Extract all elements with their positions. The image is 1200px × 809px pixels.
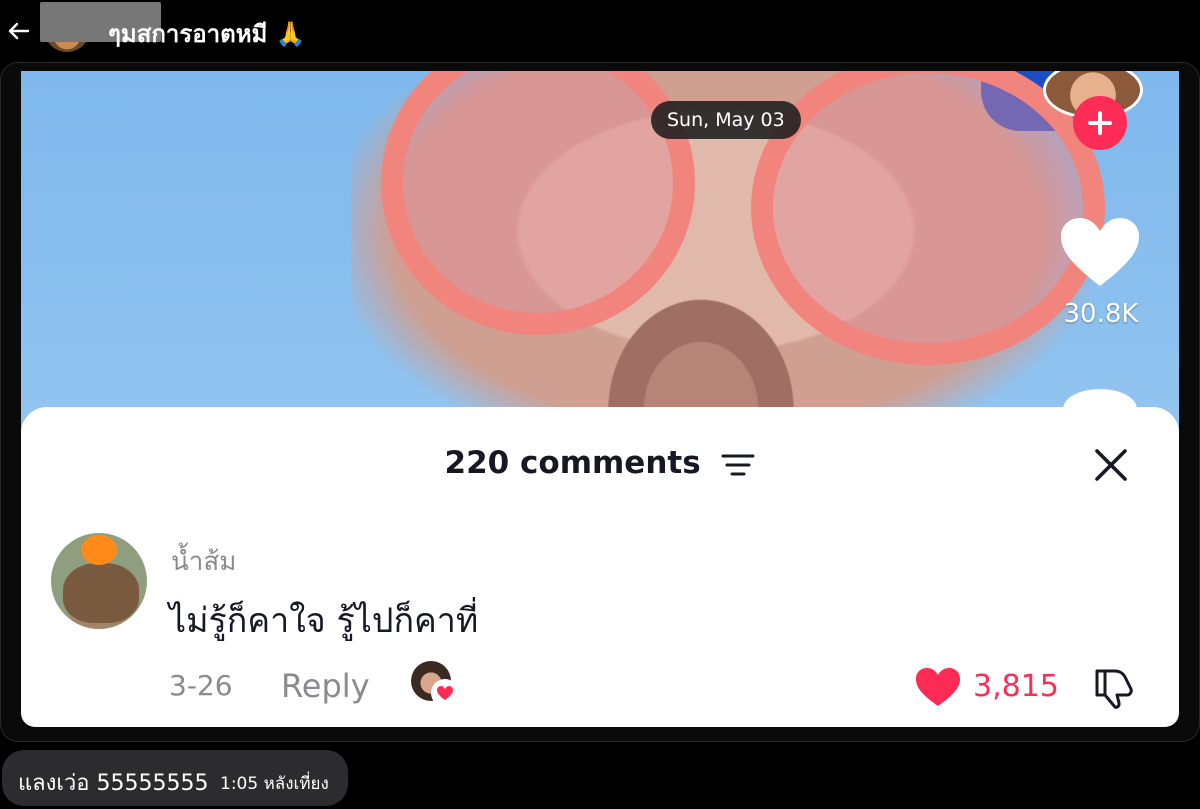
shared-video-card[interactable]: 30.8K Sun, May 03 220 comments น้ำส้ม ไม…: [0, 62, 1200, 742]
capybara-image: [63, 563, 139, 623]
chat-title: ๆมสการอาตหมี 🙏: [108, 20, 306, 48]
small-heart-icon: [431, 679, 459, 707]
video-like-count: 30.8K: [1063, 299, 1139, 329]
reply-button[interactable]: Reply: [281, 667, 370, 705]
heart-icon[interactable]: [1059, 216, 1141, 288]
comments-header: 220 comments: [21, 445, 1179, 481]
comment-date: 3-26: [169, 669, 233, 702]
plus-icon: [1088, 111, 1112, 135]
chat-header: ๆมสการอาตหมี 🙏: [0, 0, 1200, 62]
message-bubble[interactable]: แลงเว่อ 55555555 1:05 หลังเที่ยง: [2, 750, 348, 806]
filter-icon[interactable]: [721, 453, 755, 477]
orange-image: [81, 535, 117, 565]
commenter-username[interactable]: น้ำส้ม: [171, 541, 236, 582]
message-text: แลงเว่อ 55555555: [18, 771, 209, 796]
back-button[interactable]: [4, 16, 32, 46]
comment-text: ไม่รู้ก็คาใจ รู้ไปก็คาที่: [169, 601, 479, 641]
thumbs-down-icon[interactable]: [1091, 665, 1137, 711]
commenter-avatar[interactable]: [51, 533, 147, 629]
arrow-left-icon: [8, 22, 30, 40]
comment-like-count: 3,815: [973, 669, 1059, 704]
comment-like-icon[interactable]: [915, 667, 961, 707]
comments-sheet: 220 comments น้ำส้ม ไม่รู้ก็คาใจ รู้ไปก็…: [21, 407, 1179, 727]
date-chip: Sun, May 03: [651, 101, 801, 139]
message-time: 1:05 หลังเที่ยง: [220, 774, 329, 794]
follow-button[interactable]: [1073, 96, 1127, 150]
close-icon[interactable]: [1091, 445, 1131, 485]
liked-by-creator-badge: [411, 661, 461, 707]
comments-count: 220 comments: [444, 445, 701, 481]
